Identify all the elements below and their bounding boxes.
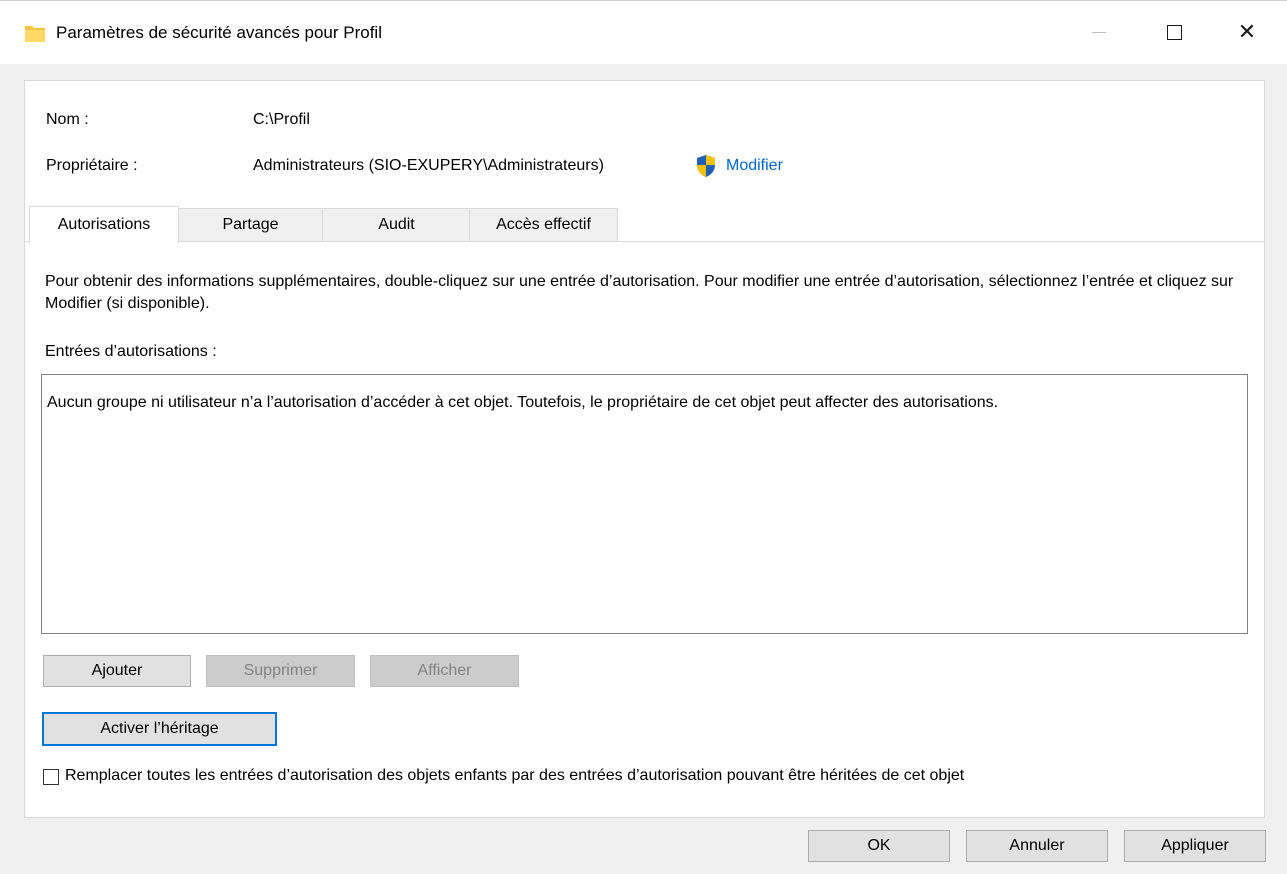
add-button[interactable]: Ajouter xyxy=(43,655,191,687)
tab-label: Partage xyxy=(222,216,279,233)
change-owner-link[interactable]: Modifier xyxy=(726,157,783,175)
name-value: C:\Profil xyxy=(253,111,310,128)
folder-icon xyxy=(25,26,45,42)
minimize-button[interactable] xyxy=(1076,9,1122,55)
view-button[interactable]: Afficher xyxy=(370,655,519,687)
remove-button[interactable]: Supprimer xyxy=(206,655,355,687)
permission-entries-list[interactable]: Aucun groupe ni utilisateur n’a l’autori… xyxy=(41,374,1248,634)
owner-value: Administrateurs (SIO-EXUPERY\Administrat… xyxy=(253,157,604,174)
instructions-text: Pour obtenir des informations supplément… xyxy=(45,273,1234,312)
minimize-icon xyxy=(1092,31,1106,33)
tab-divider xyxy=(25,241,1264,242)
cancel-button[interactable]: Annuler xyxy=(966,830,1108,862)
security-dialog: Paramètres de sécurité avancés pour Prof… xyxy=(0,0,1287,874)
tab-acces-effectif[interactable]: Accès effectif xyxy=(469,208,618,241)
maximize-icon xyxy=(1166,24,1182,40)
tab-partage[interactable]: Partage xyxy=(177,208,324,241)
window-title: Paramètres de sécurité avancés pour Prof… xyxy=(56,23,382,42)
tab-label: Audit xyxy=(378,216,415,233)
title-bar: Paramètres de sécurité avancés pour Prof… xyxy=(0,0,1287,64)
entries-label: Entrées d’autorisations : xyxy=(45,343,217,360)
tab-label: Accès effectif xyxy=(496,216,591,233)
tab-autorisations[interactable]: Autorisations xyxy=(29,206,179,243)
enable-inheritance-button[interactable]: Activer l’héritage xyxy=(42,712,277,746)
close-button[interactable]: ✕ xyxy=(1224,9,1270,55)
close-icon: ✕ xyxy=(1237,19,1257,44)
empty-entries-message: Aucun groupe ni utilisateur n’a l’autori… xyxy=(47,394,999,411)
ok-button[interactable]: OK xyxy=(808,830,950,862)
replace-child-entries-checkbox[interactable] xyxy=(43,769,59,785)
replace-child-entries-label[interactable]: Remplacer toutes les entrées d’autorisat… xyxy=(65,767,964,785)
uac-shield-icon xyxy=(697,155,715,177)
name-label: Nom : xyxy=(46,111,89,128)
owner-label: Propriétaire : xyxy=(46,157,138,174)
tab-audit[interactable]: Audit xyxy=(322,208,471,241)
apply-button[interactable]: Appliquer xyxy=(1124,830,1266,862)
main-panel: Nom : C:\Profil Propriétaire : Administr… xyxy=(24,80,1265,818)
tab-label: Autorisations xyxy=(57,216,151,233)
maximize-button[interactable] xyxy=(1151,9,1197,55)
